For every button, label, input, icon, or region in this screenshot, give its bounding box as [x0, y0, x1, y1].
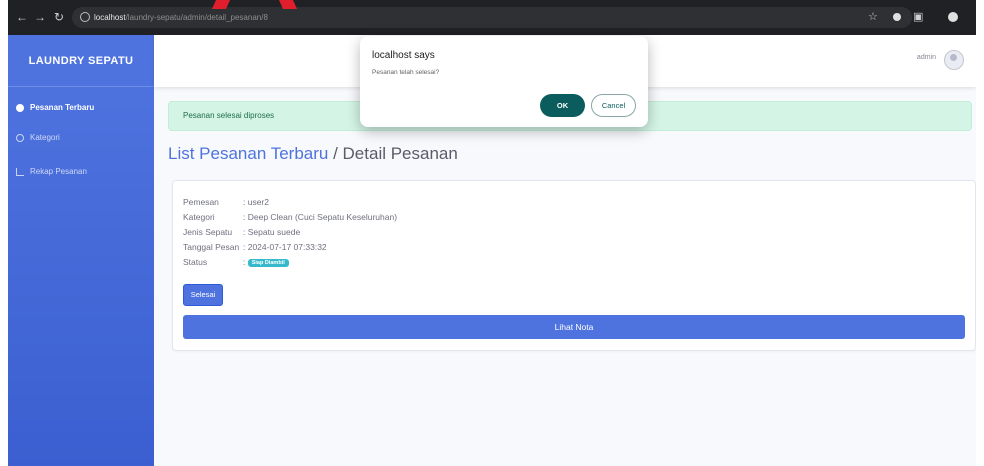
- category-icon: [16, 134, 24, 142]
- sidebar-brand[interactable]: LAUNDRY SEPATU: [8, 35, 154, 87]
- site-info-icon[interactable]: [80, 12, 90, 22]
- extensions-icon[interactable]: ▣: [913, 9, 923, 25]
- back-arrow-icon[interactable]: ←: [14, 9, 30, 25]
- detail-row-status: Status: Siap Diambil: [183, 257, 289, 267]
- dialog-ok-button[interactable]: OK: [540, 94, 585, 117]
- detail-row-pemesan: Pemesan : user2: [183, 197, 269, 207]
- dashboard-icon: [16, 104, 24, 112]
- url-host: localhost: [94, 13, 126, 22]
- detail-value: : 2024-07-17 07:33:32: [243, 242, 327, 252]
- address-bar[interactable]: localhost/laundry-sepatu/admin/detail_pe…: [72, 7, 912, 28]
- reload-icon[interactable]: ↻: [51, 9, 67, 25]
- dialog-title: localhost says: [372, 50, 435, 61]
- sidebar-item-rekap-pesanan[interactable]: Rekap Pesanan: [8, 157, 154, 187]
- detail-value: : Sepatu suede: [243, 227, 301, 237]
- detail-row-tanggal-pesan: Tanggal Pesan: 2024-07-17 07:33:32: [183, 242, 327, 252]
- dialog-message: Pesanan telah selesai?: [372, 69, 440, 76]
- detail-label: Tanggal Pesan: [183, 242, 240, 252]
- order-detail-card: Pemesan : user2 Kategori : Deep Clean (Cuc…: [172, 180, 976, 351]
- sidebar-item-label: Kategori: [30, 133, 60, 142]
- dialog-cancel-button[interactable]: Cancel: [591, 94, 636, 117]
- avatar-icon[interactable]: [944, 50, 964, 70]
- record-icon[interactable]: [893, 13, 901, 21]
- detail-label: Kategori: [183, 212, 215, 222]
- detail-row-kategori: Kategori : Deep Clean (Cuci Sepatu Keselu…: [183, 212, 397, 222]
- breadcrumb-current: Detail Pesanan: [342, 144, 458, 163]
- chart-icon: [16, 168, 24, 176]
- detail-label: Pemesan: [183, 197, 219, 207]
- sidebar: LAUNDRY SEPATU Pesanan Terbaru Kategori …: [8, 35, 154, 466]
- detail-row-jenis-sepatu: Jenis Sepatu : Sepatu suede: [183, 227, 300, 237]
- page-title: List Pesanan Terbaru / Detail Pesanan: [168, 144, 458, 164]
- browser-toolbar: ← → ↻ localhost/laundry-sepatu/admin/det…: [8, 0, 976, 35]
- sidebar-item-pesanan-terbaru[interactable]: Pesanan Terbaru: [8, 93, 154, 123]
- profile-icon[interactable]: [948, 12, 958, 22]
- forward-arrow-icon[interactable]: →: [32, 9, 48, 25]
- sidebar-item-label: Rekap Pesanan: [30, 167, 87, 176]
- user-name[interactable]: admin: [917, 54, 936, 61]
- bookmark-star-icon[interactable]: ☆: [868, 9, 878, 25]
- screen: ← → ↻ localhost/laundry-sepatu/admin/det…: [8, 0, 976, 466]
- detail-value: : Deep Clean (Cuci Sepatu Keseluruhan): [243, 212, 398, 222]
- sidebar-item-label: Pesanan Terbaru: [30, 103, 95, 112]
- breadcrumb-link[interactable]: List Pesanan Terbaru: [168, 144, 328, 163]
- sidebar-item-kategori[interactable]: Kategori: [8, 123, 154, 153]
- breadcrumb-separator: /: [328, 144, 343, 163]
- status-badge: Siap Diambil: [247, 259, 289, 267]
- detail-label: Status: [183, 257, 208, 267]
- selesai-button[interactable]: Selesai: [183, 284, 223, 306]
- confirm-dialog: localhost says Pesanan telah selesai? OK…: [360, 36, 648, 127]
- detail-value: : user2: [243, 197, 269, 207]
- detail-label: Jenis Sepatu: [183, 227, 233, 237]
- url-path: /laundry-sepatu/admin/detail_pesanan/8: [125, 13, 268, 22]
- lihat-nota-button[interactable]: Lihat Nota: [183, 315, 965, 339]
